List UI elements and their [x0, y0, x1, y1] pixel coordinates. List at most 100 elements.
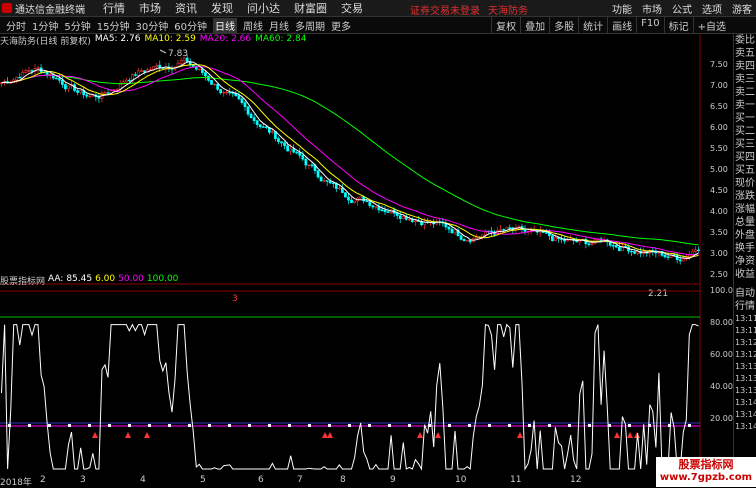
f10-button[interactable]: F10 — [636, 17, 663, 33]
candle-body — [304, 158, 308, 166]
menu-youke[interactable]: 游客 — [732, 1, 752, 16]
menu-shichang[interactable]: 市场 — [139, 0, 161, 16]
candle-body — [350, 199, 353, 204]
date-tick: 11 — [510, 475, 522, 485]
candle-body — [249, 113, 253, 118]
candle-body — [587, 243, 591, 245]
period-weekly[interactable]: 周线 — [243, 18, 263, 33]
side-item[interactable]: 卖三 — [734, 73, 756, 86]
tick-time: 13:13 — [735, 386, 756, 395]
side-item[interactable]: 涨跌 — [734, 190, 756, 203]
add-watchlist-button[interactable]: +自选 — [692, 17, 730, 33]
candle-body — [459, 235, 463, 240]
candle-body — [697, 249, 700, 252]
candle-body — [481, 234, 484, 237]
overlay-button[interactable]: 叠加 — [520, 17, 549, 33]
candle-body — [663, 254, 667, 258]
candle-body — [213, 83, 216, 86]
side-item[interactable]: 收益 — [734, 268, 756, 281]
menu-caifuquan[interactable]: 财富圈 — [294, 0, 327, 16]
aa-value: AA: 85.45 — [48, 274, 93, 284]
indicator-title[interactable]: 股票指标网 — [0, 274, 45, 287]
level-dot — [408, 424, 411, 427]
period-more[interactable]: 更多 — [331, 18, 351, 33]
period-fenshi[interactable]: 分时 — [6, 18, 26, 33]
side-item[interactable]: 卖二 — [734, 86, 756, 99]
candle-body — [316, 170, 320, 178]
period-5min[interactable]: 5分钟 — [64, 18, 90, 33]
level-dot — [268, 424, 271, 427]
menu-gongneng[interactable]: 功能 — [612, 1, 632, 16]
menu-xuanxiang[interactable]: 选项 — [702, 1, 722, 16]
side-item[interactable]: 卖一 — [734, 99, 756, 112]
period-daily[interactable]: 日线 — [212, 17, 237, 33]
signal-arrow — [517, 432, 523, 438]
level-dot — [568, 424, 571, 427]
quote-side-panel: 委比 卖五 卖四 卖三 卖二 卖一 买一 买二 买三 买四 买五 现价 涨跌 涨… — [733, 34, 756, 474]
menu-wenxiaoda[interactable]: 问小达 — [247, 0, 280, 16]
side-item[interactable]: 总量 — [734, 216, 756, 229]
menu-jiaoyi[interactable]: 交易 — [341, 0, 363, 16]
level-dot — [188, 424, 191, 427]
watermark: 股票指标网 www.7gpzb.com — [656, 457, 756, 487]
side-item[interactable]: 外盘 — [734, 229, 756, 242]
period-60min[interactable]: 60分钟 — [174, 18, 207, 33]
menu-gongshi[interactable]: 公式 — [672, 1, 692, 16]
price-tick: 7.00 — [710, 81, 728, 90]
side-item[interactable]: 买五 — [734, 164, 756, 177]
candle-body — [508, 227, 512, 229]
menu-hangqing[interactable]: 行情 — [103, 0, 125, 16]
date-tick: 2 — [40, 475, 46, 485]
level-dot — [508, 424, 511, 427]
menu-faxian[interactable]: 发现 — [211, 0, 233, 16]
candle-body — [179, 60, 183, 64]
indicator-v1: 6.00 — [95, 274, 116, 284]
side-item[interactable]: 自动 — [734, 287, 756, 300]
candle-body — [590, 243, 594, 245]
date-axis: 2018年 2 3 4 5 6 7 8 9 10 11 12 — [0, 474, 734, 488]
side-item[interactable]: 卖四 — [734, 60, 756, 73]
side-item[interactable]: 现价 — [734, 177, 756, 190]
watermark-url: www.7gpzb.com — [659, 472, 753, 483]
period-monthly[interactable]: 月线 — [269, 18, 289, 33]
candle-body — [383, 209, 387, 213]
signal-arrow — [627, 432, 633, 438]
candle-body — [67, 85, 70, 90]
side-item[interactable]: 卖五 — [734, 47, 756, 60]
period-multi[interactable]: 多周期 — [295, 18, 325, 33]
side-item[interactable]: 买二 — [734, 125, 756, 138]
period-15min[interactable]: 15分钟 — [97, 18, 130, 33]
menu-shichang-right[interactable]: 市场 — [642, 1, 662, 16]
side-item[interactable]: 买四 — [734, 151, 756, 164]
kline-chart[interactable]: 7.83 2.21 3 — [0, 34, 734, 474]
multi-stock-button[interactable]: 多股 — [549, 17, 578, 33]
period-30min[interactable]: 30分钟 — [135, 18, 168, 33]
side-item[interactable]: 涨幅 — [734, 203, 756, 216]
level-dot — [168, 424, 171, 427]
draw-button[interactable]: 画线 — [607, 17, 636, 33]
stats-button[interactable]: 统计 — [578, 17, 607, 33]
side-item[interactable]: 净资 — [734, 255, 756, 268]
level-dot — [208, 424, 211, 427]
mark-button[interactable]: 标记 — [663, 17, 693, 33]
signal-arrow — [144, 432, 150, 438]
login-notice[interactable]: 证券交易未登录 天海防务 — [410, 2, 528, 17]
candle-body — [255, 120, 259, 125]
date-tick: 6 — [258, 475, 264, 485]
period-1min[interactable]: 1分钟 — [32, 18, 58, 33]
candle-body — [337, 187, 341, 190]
level-dot — [228, 424, 231, 427]
candle-body — [106, 92, 110, 94]
side-item[interactable]: 买三 — [734, 138, 756, 151]
side-item[interactable]: 行情 — [734, 300, 756, 313]
candle-body — [27, 70, 31, 72]
side-item[interactable]: 委比 — [734, 34, 756, 47]
candle-body — [474, 236, 478, 239]
candle-body — [368, 201, 372, 206]
menu-zixun[interactable]: 资讯 — [175, 0, 197, 16]
side-item[interactable]: 买一 — [734, 112, 756, 125]
fuquan-button[interactable]: 复权 — [491, 17, 520, 33]
candle-body — [216, 83, 219, 90]
candle-body — [407, 218, 411, 221]
side-item[interactable]: 换手 — [734, 242, 756, 255]
